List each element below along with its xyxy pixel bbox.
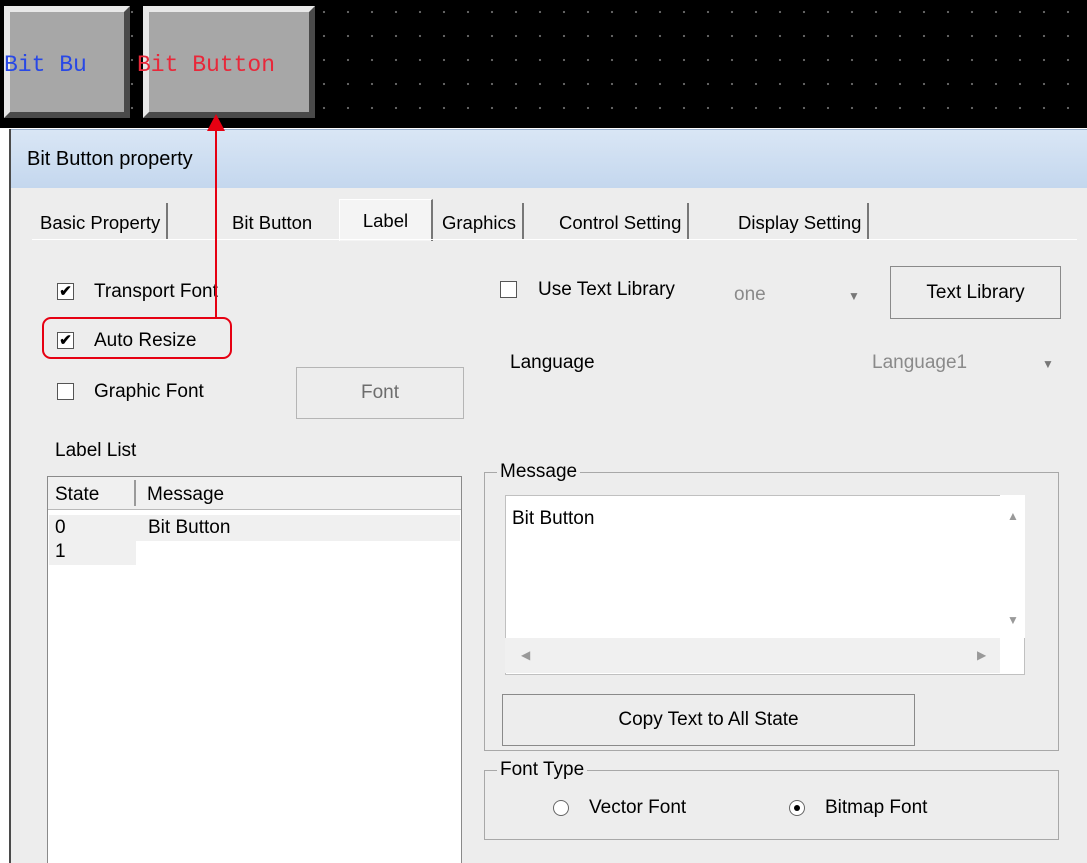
bitmap-font-radio[interactable] — [789, 800, 805, 816]
label-list-header: State Message — [48, 477, 461, 510]
radio-selected-dot — [794, 805, 800, 811]
text-library-button[interactable]: Text Library — [890, 266, 1061, 319]
message-vertical-scrollbar[interactable]: ▲ ▼ — [1000, 495, 1025, 638]
scroll-left-icon[interactable]: ◀ — [521, 648, 530, 662]
table-row[interactable]: 0 Bit Button — [49, 515, 460, 541]
dialog-title-bar: Bit Button property — [11, 129, 1087, 188]
tab-basic-property[interactable]: Basic Property — [40, 203, 169, 239]
scroll-up-icon[interactable]: ▲ — [1007, 509, 1019, 523]
tab-divider — [32, 239, 1077, 240]
annotation-arrow-head-icon — [207, 114, 225, 131]
graphic-font-checkbox[interactable] — [57, 383, 74, 400]
table-row[interactable]: 1 — [49, 539, 136, 565]
chevron-down-icon: ▼ — [848, 289, 860, 303]
bitmap-font-label: Bitmap Font — [825, 797, 928, 818]
copy-text-to-all-state-button[interactable]: Copy Text to All State — [502, 694, 915, 746]
row-state: 0 — [55, 517, 66, 538]
bit-button-right-text: Bit Button — [137, 52, 276, 78]
column-header-message[interactable]: Message — [147, 484, 224, 506]
tab-control-setting[interactable]: Control Setting — [559, 203, 690, 239]
label-list-table[interactable]: State Message 0 Bit Button 1 — [47, 476, 462, 863]
message-text: Bit Button — [512, 508, 595, 529]
vector-font-radio[interactable] — [553, 800, 569, 816]
text-library-combo-value: one — [734, 284, 766, 305]
row-state: 1 — [55, 541, 66, 562]
screen-canvas: Bit Bu Bit Button — [0, 0, 1087, 128]
language-combo-value: Language1 — [872, 352, 968, 373]
scroll-right-icon[interactable]: ▶ — [977, 648, 986, 662]
use-text-library-label: Use Text Library — [538, 279, 675, 300]
column-divider[interactable] — [134, 480, 136, 506]
tab-display-setting[interactable]: Display Setting — [738, 203, 870, 239]
label-list-title: Label List — [55, 440, 137, 461]
annotation-arrow-line — [215, 130, 217, 319]
row-message: Bit Button — [148, 517, 231, 538]
dialog-title: Bit Button property — [27, 148, 193, 170]
font-button[interactable]: Font — [296, 367, 464, 419]
column-header-state[interactable]: State — [55, 484, 99, 506]
scroll-down-icon[interactable]: ▼ — [1007, 613, 1019, 627]
font-type-group-title: Font Type — [497, 759, 588, 781]
tab-label[interactable]: Label — [339, 199, 433, 241]
bit-button-left-text: Bit Bu — [4, 52, 87, 78]
chevron-down-icon: ▼ — [1042, 357, 1054, 371]
message-group-title: Message — [497, 461, 581, 483]
transport-font-label: Transport Font — [94, 281, 218, 302]
tab-bit-button[interactable]: Bit Button — [232, 203, 312, 239]
vector-font-label: Vector Font — [589, 797, 687, 818]
language-combo[interactable]: Language1 ▼ — [865, 344, 1061, 380]
transport-font-checkbox[interactable]: ✔ — [57, 283, 74, 300]
use-text-library-checkbox[interactable] — [500, 281, 517, 298]
graphic-font-label: Graphic Font — [94, 381, 204, 402]
tab-graphics[interactable]: Graphics — [442, 203, 525, 239]
language-label: Language — [510, 352, 595, 373]
text-library-combo[interactable]: one ▼ — [727, 277, 867, 309]
message-horizontal-scrollbar[interactable]: ◀ ▶ — [505, 638, 1000, 673]
auto-resize-highlight — [42, 317, 232, 359]
